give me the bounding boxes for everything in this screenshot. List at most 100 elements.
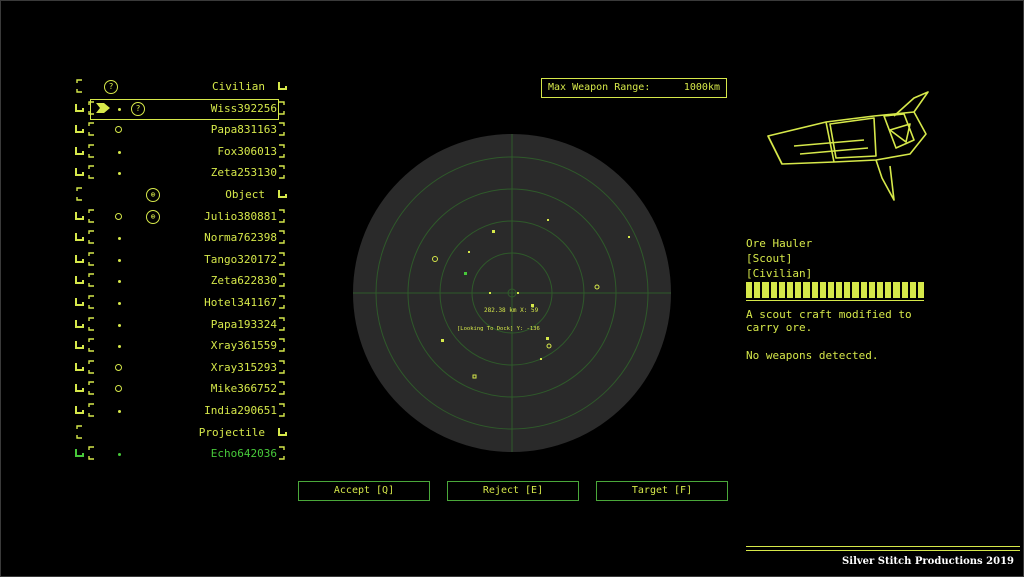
checkbox-hook-icon[interactable] [74, 230, 84, 244]
checkbox-hook-icon[interactable] [74, 273, 84, 287]
radar-blip[interactable] [492, 230, 495, 233]
contact-name: Xray361559 [210, 339, 277, 353]
checkbox-hook-icon[interactable] [74, 360, 84, 374]
checkbox-hook-icon[interactable] [74, 295, 84, 309]
bracket-left-icon [74, 187, 84, 201]
checkbox-hook-icon[interactable] [74, 403, 84, 417]
contact-row[interactable]: ⊕ Julio380881 [70, 206, 285, 228]
target-description: A scout craft modified to carry ore. [746, 308, 912, 334]
contact-dot-icon [118, 107, 121, 111]
hull-segment [909, 282, 916, 298]
hull-segment [860, 282, 867, 298]
contact-name: Zeta622830 [210, 274, 277, 288]
contact-name: Papa193324 [210, 317, 277, 331]
accept-button[interactable]: Accept [Q] [298, 481, 430, 501]
bracket-right-icon [277, 338, 287, 352]
contact-group-header[interactable]: Projectile [70, 422, 287, 444]
contact-group-header[interactable]: ⊕ Object [70, 184, 287, 206]
reject-button[interactable]: Reject [E] [447, 481, 579, 501]
contact-row[interactable]: Xray315293 [70, 357, 285, 379]
contact-row[interactable]: Fox306013 [70, 141, 285, 163]
hull-segment [803, 282, 810, 298]
hull-segment [795, 282, 802, 298]
bracket-right-icon [277, 273, 287, 288]
bracket-left-icon [74, 79, 84, 93]
radar-blip[interactable] [489, 292, 491, 294]
contact-dot-icon [118, 172, 121, 176]
collapse-hook-icon[interactable] [277, 425, 287, 439]
question-icon: ? [131, 101, 145, 116]
hull-integrity-bar [746, 282, 925, 298]
target-class: [Scout] [746, 252, 793, 265]
radar-blip[interactable] [441, 339, 444, 342]
checkbox-hook-icon[interactable] [74, 144, 84, 158]
contact-group-header[interactable]: ? Civilian [70, 76, 287, 98]
checkbox-hook-icon[interactable] [74, 338, 84, 352]
contact-row[interactable]: Echo642036 [70, 443, 285, 465]
contact-name: Echo642036 [210, 447, 277, 461]
contact-name: Mike366752 [210, 382, 277, 396]
contact-row[interactable]: India290651 [70, 400, 285, 422]
hull-segment [844, 282, 851, 298]
checkbox-hook-icon[interactable] [74, 252, 84, 266]
selected-arrow-icon [96, 102, 110, 113]
radar-blip[interactable] [517, 292, 519, 294]
contact-row[interactable]: Tango320172 [70, 249, 285, 271]
bracket-right-icon [277, 446, 287, 460]
divider [746, 300, 924, 301]
contact-dot-icon [118, 280, 121, 284]
contact-row[interactable]: Papa831163 [70, 119, 285, 141]
collapse-hook-icon[interactable] [277, 187, 287, 201]
checkbox-hook-icon[interactable] [74, 165, 84, 179]
hull-segment [917, 282, 925, 298]
contact-row[interactable]: Zeta253130 [70, 162, 285, 184]
question-icon: ? [104, 80, 118, 94]
checkbox-hook-icon[interactable] [74, 317, 84, 331]
hull-segment [901, 282, 908, 298]
contact-name: Civilian [212, 80, 265, 93]
radar-blip[interactable] [546, 337, 549, 340]
bracket-left-icon [74, 424, 84, 439]
radar-display[interactable]: 282.38 km X: 59 [Looking To Dock] Y: -13… [353, 134, 671, 452]
weapon-range-box: Max Weapon Range: 1000km [541, 78, 727, 98]
contact-row[interactable]: Mike366752 [70, 378, 285, 400]
checkbox-hook-icon[interactable] [74, 381, 84, 395]
checkbox-hook-icon[interactable] [74, 209, 84, 223]
contact-dot-icon [118, 237, 121, 241]
object-icon: ⊕ [146, 187, 160, 202]
contact-row[interactable]: Zeta622830 [70, 270, 285, 292]
contact-row[interactable]: Norma762398 [70, 227, 285, 249]
contact-name: Xray315293 [210, 360, 277, 374]
radar-blip-green[interactable] [464, 272, 467, 275]
contact-row[interactable]: Papa193324 [70, 314, 285, 336]
radar-blip[interactable] [468, 251, 470, 253]
credit-text: Silver Stitch Productions 2019 [842, 556, 1014, 567]
target-button[interactable]: Target [F] [596, 481, 728, 501]
checkbox-hook-icon[interactable] [74, 122, 84, 136]
radar-blip[interactable] [540, 358, 542, 360]
checkbox-hook-icon[interactable] [74, 101, 84, 115]
bracket-right-icon [277, 295, 287, 309]
hull-segment [746, 282, 753, 298]
contact-name: Wiss392256 [210, 101, 277, 115]
target-info: Ore Hauler [Scout] [Civilian] [746, 236, 986, 281]
contact-dot-icon [118, 453, 121, 457]
contact-row[interactable]: Hotel341167 [70, 292, 285, 314]
bracket-right-icon [277, 208, 287, 223]
contact-row[interactable]: Xray361559 [70, 335, 285, 357]
radar-readout: 282.38 km X: 59 [484, 307, 539, 314]
contact-name: Zeta253130 [210, 166, 277, 180]
radar-blip[interactable] [628, 236, 630, 238]
bracket-right-icon [277, 403, 287, 417]
hull-segment [754, 282, 761, 298]
bracket-right-icon [277, 316, 287, 331]
contact-name: Norma762398 [204, 231, 277, 245]
radar-blip[interactable] [547, 219, 549, 221]
checkbox-hook-icon[interactable] [74, 446, 84, 460]
collapse-hook-icon[interactable] [277, 79, 287, 93]
contact-name: India290651 [204, 403, 277, 417]
contact-row[interactable]: ? Wiss392256 [70, 98, 285, 120]
bracket-right-icon [277, 144, 287, 158]
contact-name: Tango320172 [204, 252, 277, 266]
contact-ring-icon [115, 385, 122, 393]
